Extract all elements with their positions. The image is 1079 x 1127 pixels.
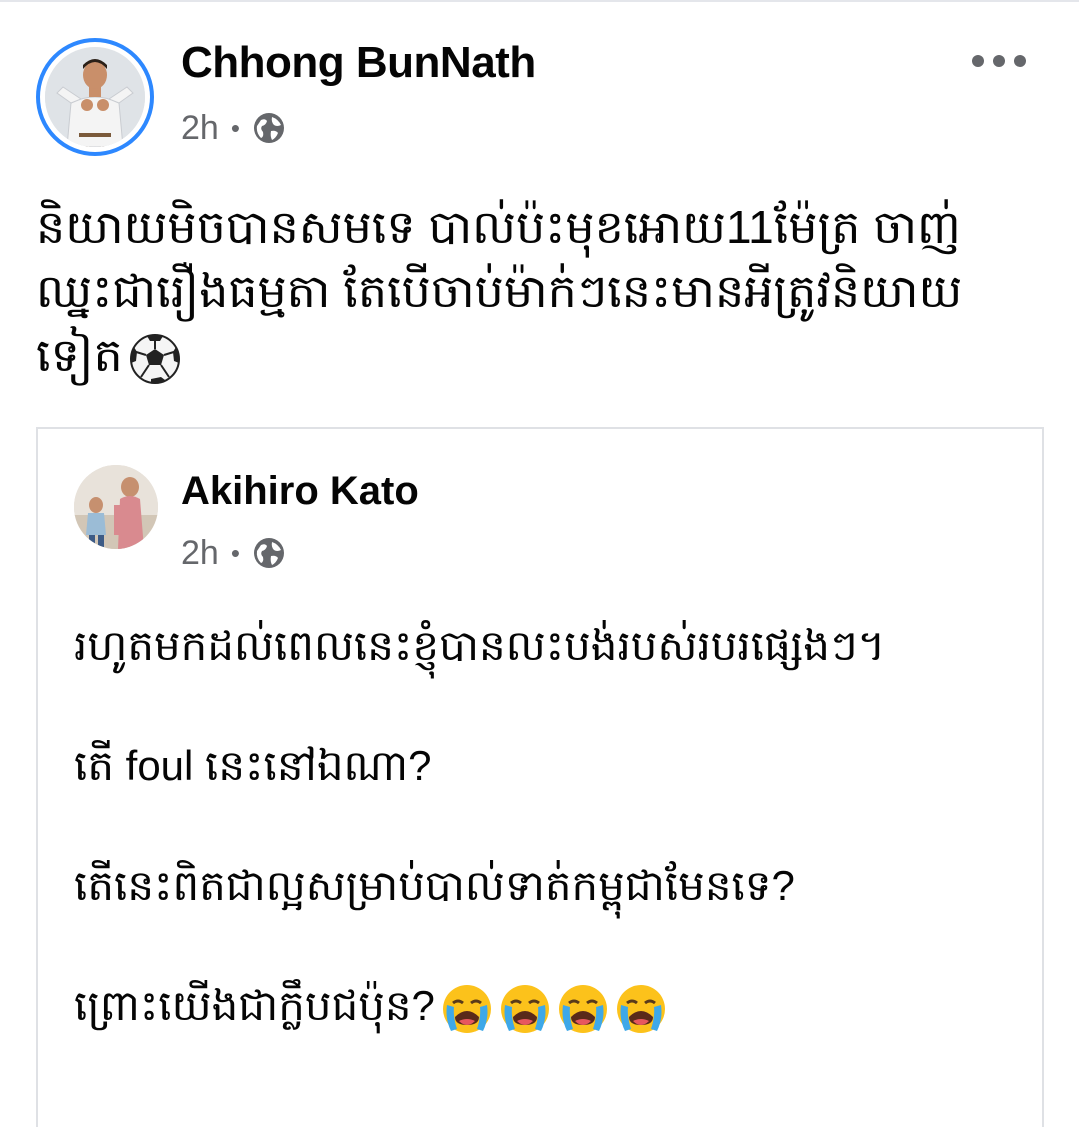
post-meta: 2h • <box>181 106 286 150</box>
shared-paragraph: តើនេះពិតជាល្អសម្រាប់បាល់ទាត់កម្ពុជាមែនទេ… <box>74 862 795 909</box>
loudly-crying-face-icon <box>441 983 493 1035</box>
loudly-crying-face-icon <box>499 983 551 1035</box>
shared-paragraph: តើ foul នេះនៅឯណា? <box>74 742 432 789</box>
shared-author-avatar[interactable] <box>74 465 158 549</box>
shared-post-text: រហូតមកដល់ពេលនេះខ្ញុំបានលះបង់របស់របរផ្សេង… <box>74 617 1024 1035</box>
loudly-crying-face-icon <box>557 983 609 1035</box>
more-options-icon[interactable] <box>972 50 1026 72</box>
more-dot <box>993 55 1005 67</box>
globe-icon[interactable] <box>252 111 286 145</box>
post-line: ទៀត <box>36 323 1046 387</box>
shared-author-name[interactable]: Akihiro Kato <box>181 469 419 514</box>
shared-paragraph: រហូតមកដល់ពេលនេះខ្ញុំបានលះបង់របស់របរផ្សេង… <box>74 622 886 669</box>
top-divider <box>0 0 1079 2</box>
globe-icon[interactable] <box>252 536 286 570</box>
more-dot <box>972 55 984 67</box>
avatar-photo <box>45 47 145 147</box>
shared-post-card[interactable]: Akihiro Kato 2h • រហូតមកដល់ពេលនេះខ្ញុំបា… <box>36 427 1044 1127</box>
shared-timestamp[interactable]: 2h <box>181 534 219 573</box>
shared-paragraph: ព្រោះយើងជាក្លឹបជប៉ុន? <box>74 977 1024 1035</box>
loudly-crying-face-icon <box>615 983 667 1035</box>
soccer-ball-icon <box>129 333 181 385</box>
post-line: ឈ្នះជារឿងធម្មតា តែបើចាប់ម៉ាក់ៗនេះមានអីត្… <box>36 265 963 317</box>
post-author-name[interactable]: Chhong BunNath <box>181 38 536 88</box>
post-line: និយាយមិចបានសមទេ បាល់ប៉ះមុខអោយ11ម៉ែត្រ ចា… <box>36 201 961 253</box>
post-text: និយាយមិចបានសមទេ បាល់ប៉ះមុខអោយ11ម៉ែត្រ ចា… <box>36 195 1046 387</box>
more-dot <box>1014 55 1026 67</box>
meta-separator: • <box>230 112 240 143</box>
post-line-text: ទៀត <box>36 329 123 381</box>
shared-post-meta: 2h • <box>181 531 286 575</box>
shared-paragraph-text: ព្រោះយើងជាក្លឹបជប៉ុន? <box>74 982 435 1029</box>
meta-separator: • <box>230 537 240 568</box>
author-avatar[interactable] <box>36 38 154 156</box>
post-timestamp[interactable]: 2h <box>181 109 219 148</box>
